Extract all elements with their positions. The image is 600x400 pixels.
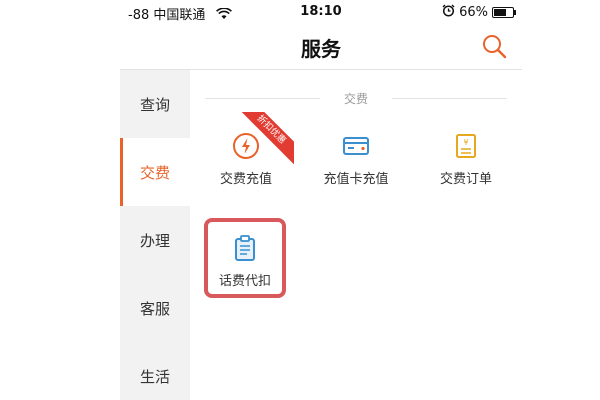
sidebar-item-payment[interactable]: 交费 [120, 138, 190, 206]
tile-label: 交费充值 [219, 172, 272, 187]
svg-text:¥: ¥ [463, 138, 468, 147]
sidebar-item-label: 查询 [139, 95, 170, 114]
sidebar-item-life[interactable]: 生活 [120, 342, 190, 400]
clipboard-icon [235, 235, 255, 261]
lightning-icon [233, 133, 259, 159]
sidebar-item-label: 交费 [139, 163, 170, 182]
main-content: 交费 折扣优惠 交费充值 充值卡充值 ¥ 交费订单 话费代扣 [190, 70, 522, 400]
tile-auto-debit[interactable]: 话费代扣 [198, 218, 292, 298]
status-right: 66% [442, 4, 516, 21]
phone-screen: -88 中国联通 18:10 66% 服务 查询 交费 办理 客服 生活 交费 … [120, 0, 522, 400]
alarm-icon [442, 4, 455, 21]
page-title: 服务 [301, 37, 341, 61]
category-sidebar: 查询 交费 办理 客服 生活 [120, 70, 190, 400]
sidebar-item-query[interactable]: 查询 [120, 70, 190, 138]
divider-line [392, 98, 507, 99]
status-bar: -88 中国联通 18:10 66% [120, 0, 522, 24]
search-button[interactable] [480, 32, 508, 60]
sidebar-item-label: 办理 [139, 231, 170, 250]
tile-label: 交费订单 [439, 172, 492, 187]
nav-header: 服务 [120, 24, 522, 70]
tile-label: 充值卡充值 [323, 172, 389, 187]
sidebar-item-service[interactable]: 客服 [120, 274, 190, 342]
search-icon [483, 35, 507, 59]
section-header: 交费 [205, 90, 507, 106]
tile-card-recharge[interactable]: 充值卡充值 [308, 112, 404, 192]
order-icon: ¥ [456, 134, 476, 158]
sidebar-item-label: 生活 [139, 367, 170, 386]
tile-label: 话费代扣 [218, 274, 271, 289]
tile-pay-recharge[interactable]: 折扣优惠 交费充值 [198, 112, 294, 192]
sidebar-item-handle[interactable]: 办理 [120, 206, 190, 274]
battery-icon [492, 7, 516, 18]
card-icon [343, 137, 369, 155]
tile-payment-orders[interactable]: ¥ 交费订单 [418, 112, 514, 192]
battery-level [494, 9, 506, 16]
battery-percent: 66% [459, 5, 488, 20]
sidebar-item-label: 客服 [139, 299, 170, 318]
